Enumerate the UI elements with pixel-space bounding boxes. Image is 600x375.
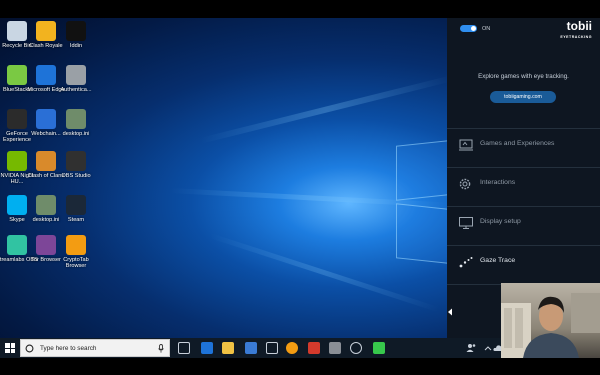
desktop-shortcut-label: Iddin bbox=[69, 43, 83, 49]
microphone-icon[interactable] bbox=[158, 343, 164, 353]
clash-of-clans-icon bbox=[36, 151, 56, 171]
menu-item-label: Interactions bbox=[480, 179, 516, 186]
toggle-state-label: ON bbox=[482, 26, 491, 32]
collapse-arrow-icon[interactable] bbox=[447, 308, 455, 318]
eye-tracking-toggle[interactable] bbox=[460, 25, 477, 32]
menu-item-monitor[interactable]: Display setup bbox=[447, 208, 600, 238]
file-icon bbox=[66, 109, 86, 129]
tor-icon bbox=[36, 235, 56, 255]
obs-icon bbox=[66, 151, 86, 171]
menu-item-gaze-trace[interactable]: Gaze Trace bbox=[447, 247, 600, 277]
webchain-icon bbox=[36, 109, 56, 129]
menu-item-games[interactable]: Games and Experiences bbox=[447, 130, 600, 160]
desktop-shortcut-label: Authentica... bbox=[60, 87, 92, 93]
search-box[interactable]: Type here to search bbox=[20, 339, 170, 357]
windows-logo-pane bbox=[396, 203, 447, 264]
light-beam bbox=[199, 75, 447, 144]
edge-icon[interactable] bbox=[201, 342, 213, 354]
people-icon[interactable] bbox=[466, 343, 476, 353]
desktop-shortcut[interactable]: Iddin bbox=[54, 21, 98, 49]
cryptotab-icon bbox=[66, 235, 86, 255]
divider bbox=[447, 128, 600, 129]
monitor-icon bbox=[459, 216, 473, 229]
search-placeholder: Type here to search bbox=[40, 344, 97, 352]
steam-icon bbox=[66, 195, 86, 215]
file-icon bbox=[36, 195, 56, 215]
app-round-icon[interactable] bbox=[350, 342, 362, 354]
mail-icon[interactable] bbox=[266, 342, 278, 354]
menu-item-gear[interactable]: Interactions bbox=[447, 169, 600, 199]
tobiigaming-link-button[interactable]: tobiigaming.com bbox=[490, 91, 556, 103]
games-icon bbox=[459, 138, 473, 151]
brand-name: tobii bbox=[566, 19, 592, 33]
desktop-shortcut[interactable]: OBS Studio bbox=[54, 151, 98, 179]
desktop-shortcut[interactable]: Authentica... bbox=[54, 65, 98, 93]
start-button[interactable] bbox=[5, 343, 15, 353]
divider bbox=[447, 245, 600, 246]
gaze-trace-icon bbox=[459, 255, 473, 268]
toggle-knob bbox=[471, 26, 476, 31]
clash-royale-icon bbox=[36, 21, 56, 41]
tagline: Explore games with eye tracking. bbox=[478, 73, 569, 80]
app-orange-icon[interactable] bbox=[286, 342, 298, 354]
desktop-shortcut-label: OBS Studio bbox=[61, 173, 91, 179]
brand-subtitle: EYETRACKING bbox=[560, 35, 592, 39]
menu-item-label: Games and Experiences bbox=[480, 140, 555, 147]
desktop: Recycle Bin Clash Royale Iddin BlueStacks Mi… bbox=[0, 18, 447, 338]
app-gray-icon[interactable] bbox=[329, 342, 341, 354]
screen: Recycle Bin Clash Royale Iddin BlueStacks Mi… bbox=[0, 0, 600, 375]
windows-logo-pane bbox=[396, 140, 447, 201]
authenticator-icon bbox=[66, 65, 86, 85]
menu-item-label: Gaze Trace bbox=[480, 257, 516, 264]
letterbox-top bbox=[0, 0, 600, 18]
tobii-logo: tobii EYETRACKING bbox=[560, 19, 592, 43]
desktop-shortcut-label: desktop.ini bbox=[62, 131, 90, 137]
task-view-icon[interactable] bbox=[178, 342, 190, 354]
line-icon[interactable] bbox=[373, 342, 385, 354]
edge-icon bbox=[36, 65, 56, 85]
divider bbox=[447, 167, 600, 168]
gear-icon bbox=[459, 177, 473, 190]
desktop-shortcut-label: Steam bbox=[67, 217, 85, 223]
menu-item-label: Display setup bbox=[480, 218, 521, 225]
webcam-person-icon bbox=[501, 293, 600, 358]
desktop-shortcut-label: CryptoTab Browser bbox=[63, 257, 89, 270]
divider bbox=[447, 206, 600, 207]
desktop-shortcut[interactable]: Steam bbox=[54, 195, 98, 223]
letterbox-bottom bbox=[0, 358, 600, 375]
chevron-up-icon[interactable] bbox=[484, 345, 492, 351]
app-icon bbox=[66, 21, 86, 41]
desktop-shortcut[interactable]: CryptoTab Browser bbox=[54, 235, 98, 270]
store-icon[interactable] bbox=[245, 342, 257, 354]
desktop-shortcut[interactable]: desktop.ini bbox=[54, 109, 98, 137]
search-circle-icon bbox=[25, 344, 34, 352]
file-explorer-icon[interactable] bbox=[222, 342, 234, 354]
webcam-overlay bbox=[501, 283, 600, 358]
app-red-icon[interactable] bbox=[308, 342, 320, 354]
